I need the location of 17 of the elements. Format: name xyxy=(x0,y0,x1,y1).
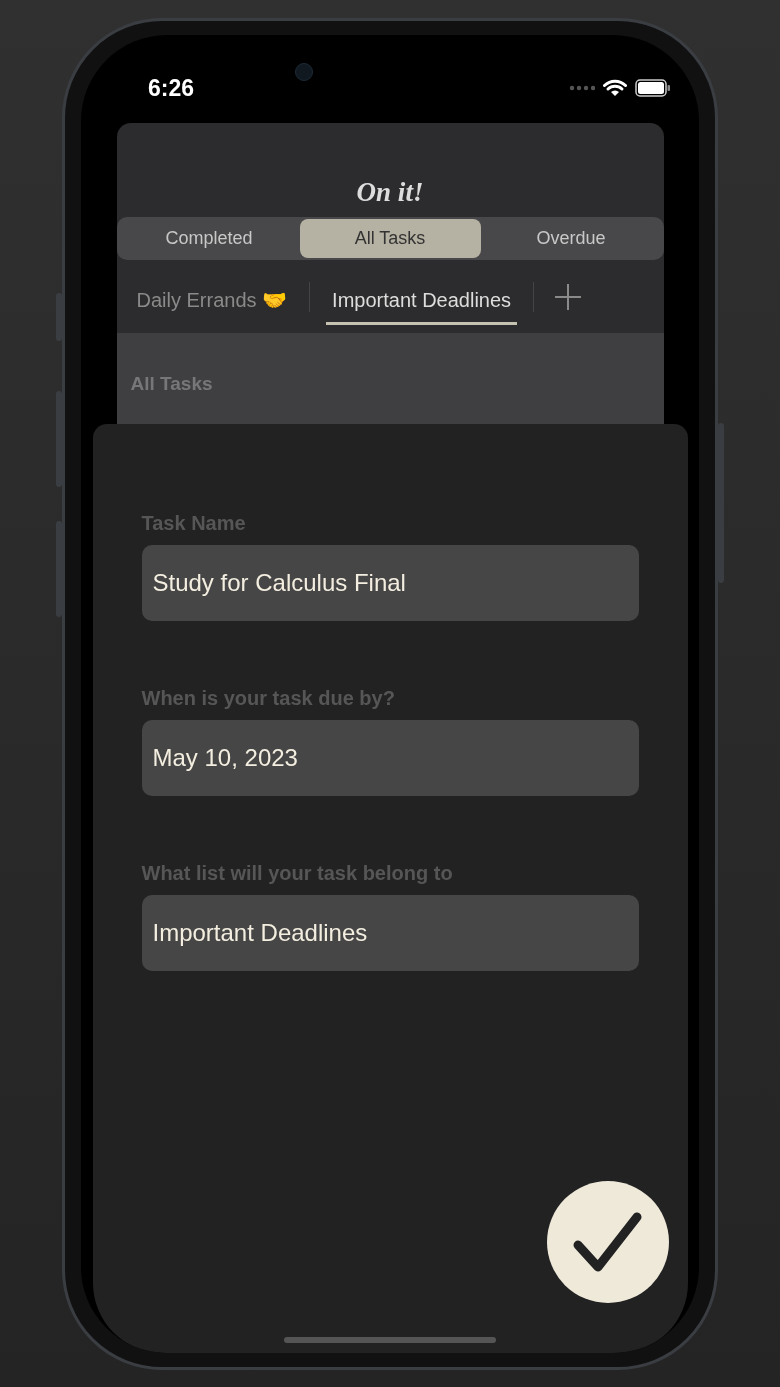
app-title: On it! xyxy=(355,177,425,209)
input-field[interactable]: May 10, 2023 xyxy=(141,720,639,796)
signal-icon xyxy=(569,85,595,91)
status-time: 6:26 xyxy=(148,74,195,102)
input-field[interactable]: Study for Calculus Final xyxy=(141,545,639,621)
camera-icon xyxy=(295,63,313,81)
section-header: All Tasks xyxy=(130,373,213,394)
battery-icon xyxy=(635,79,671,97)
filter-segment[interactable]: All Tasks xyxy=(299,219,481,258)
checkmark-icon xyxy=(572,1211,643,1273)
list-tab[interactable]: Daily Errands 🤝 xyxy=(130,268,294,325)
filter-segment[interactable]: Overdue xyxy=(480,219,662,258)
add-icon[interactable] xyxy=(554,282,583,311)
input-field[interactable]: Important Deadlines xyxy=(141,895,639,971)
filter-segment[interactable]: Completed xyxy=(118,219,300,258)
list-tab[interactable]: Important Deadlines xyxy=(326,268,518,325)
wifi-icon xyxy=(603,79,627,97)
